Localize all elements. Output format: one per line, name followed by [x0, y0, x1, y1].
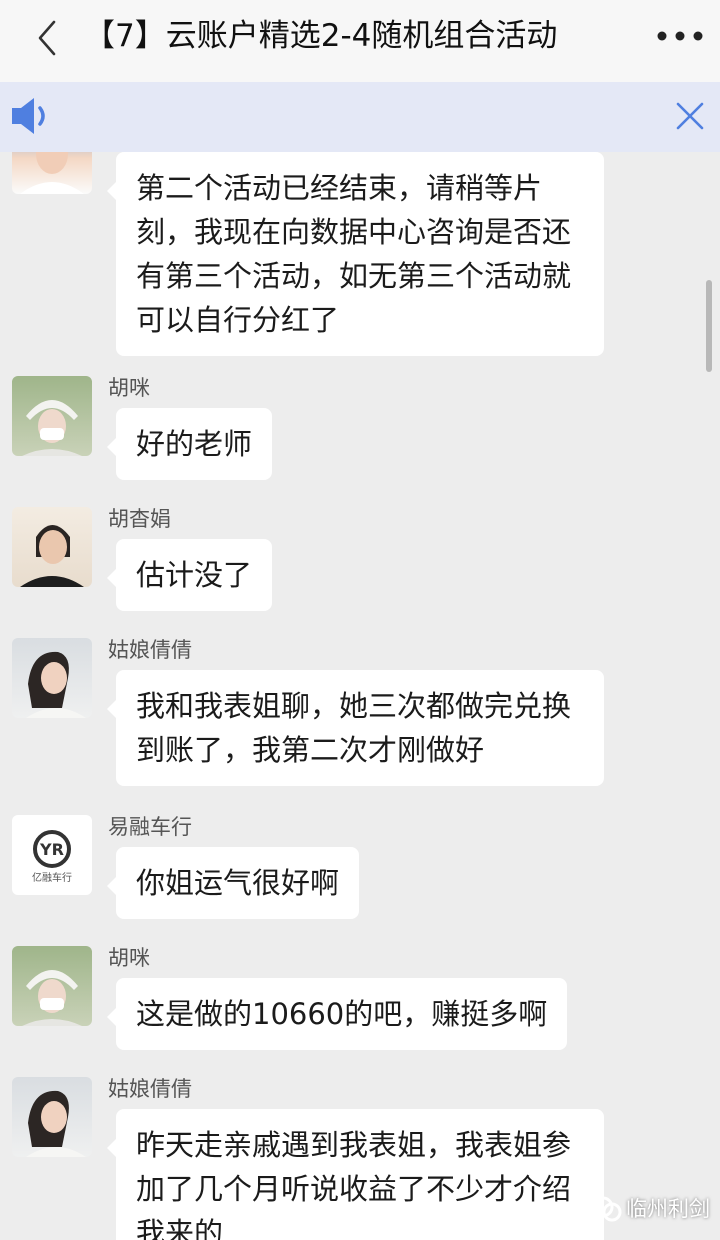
message-line: 加了几个月听说收益了不少才介绍	[136, 1172, 572, 1206]
chat-area[interactable]: 第二个活动已经结束，请稍等片 刻，我现在向数据中心咨询是否还 有第三个活动，如无…	[0, 152, 720, 1240]
message-line: 你姐运气很好啊	[136, 866, 340, 900]
message-line: 这是做的10660的吧，赚挺多啊	[136, 997, 548, 1031]
message-bubble[interactable]: 这是做的10660的吧，赚挺多啊	[106, 978, 568, 1050]
sender-name: 胡咪	[108, 946, 150, 970]
message-line: 我来的	[136, 1216, 224, 1240]
notice-bar[interactable]	[0, 82, 720, 152]
message-bubble[interactable]: 第二个活动已经结束，请稍等片 刻，我现在向数据中心咨询是否还 有第三个活动，如无…	[107, 152, 604, 356]
avatar[interactable]	[12, 152, 92, 194]
message-line: 我和我表姐聊，她三次都做完兑换	[136, 689, 572, 723]
avatar[interactable]	[12, 376, 92, 456]
speaker-icon[interactable]	[8, 93, 54, 139]
svg-text:YR: YR	[39, 840, 64, 859]
logo-icon: YR 亿融车行	[32, 830, 72, 884]
title-bar: 【7】云账户精选2-4随机组合活动	[0, 0, 720, 82]
message-bubble[interactable]: 好的老师	[106, 408, 273, 480]
message-bubble[interactable]: 我和我表姐聊，她三次都做完兑换 到账了，我第二次才刚做好	[107, 670, 604, 786]
more-dots-icon[interactable]	[656, 30, 704, 42]
message-line: 到账了，我第二次才刚做好	[136, 733, 485, 767]
message-line: 好的老师	[136, 427, 253, 461]
message-line: 刻，我现在向数据中心咨询是否还	[136, 215, 572, 249]
sender-name: 姑娘倩倩	[108, 638, 192, 662]
sender-name: 胡咪	[108, 376, 150, 400]
avatar[interactable]	[12, 1077, 92, 1157]
avatar[interactable]	[12, 507, 92, 587]
wechat-channel-icon	[592, 1196, 622, 1222]
avatar[interactable]: YR 亿融车行	[12, 815, 92, 895]
close-icon[interactable]	[674, 100, 706, 132]
scrollbar[interactable]	[706, 280, 712, 372]
watermark: 临州利剑	[590, 1190, 718, 1230]
message-bubble[interactable]: 昨天走亲戚遇到我表姐，我表姐参 加了几个月听说收益了不少才介绍 我来的	[107, 1109, 604, 1240]
sender-name: 姑娘倩倩	[108, 1077, 192, 1101]
message-line: 昨天走亲戚遇到我表姐，我表姐参	[136, 1128, 572, 1162]
svg-text:亿融车行: 亿融车行	[32, 871, 72, 884]
chevron-left-icon[interactable]	[36, 18, 58, 58]
sender-name: 易融车行	[108, 815, 192, 839]
watermark-text: 临州利剑	[626, 1197, 710, 1221]
avatar[interactable]	[12, 638, 92, 718]
avatar[interactable]	[12, 946, 92, 1026]
message-bubble[interactable]: 估计没了	[106, 539, 273, 611]
message-line: 有第三个活动，如无第三个活动就	[136, 259, 572, 293]
message-line: 第二个活动已经结束，请稍等片	[136, 171, 543, 205]
message-line: 可以自行分红了	[136, 303, 340, 337]
message-bubble[interactable]: 你姐运气很好啊	[106, 847, 360, 919]
message-line: 估计没了	[136, 558, 253, 592]
sender-name: 胡杳娟	[108, 507, 171, 531]
chat-title: 【7】云账户精选2-4随机组合活动	[84, 18, 558, 54]
